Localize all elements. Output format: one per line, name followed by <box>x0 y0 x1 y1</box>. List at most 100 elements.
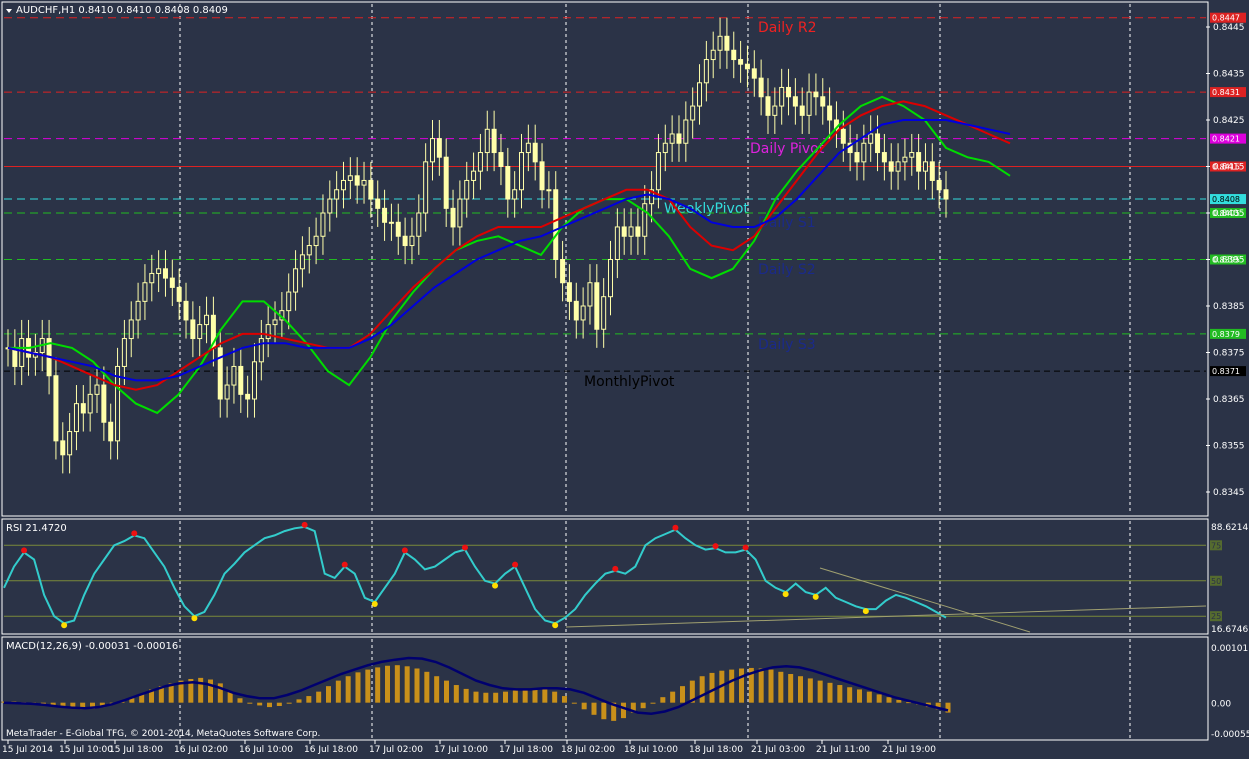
candle-body <box>491 128 497 154</box>
candle-body <box>272 319 278 326</box>
candle-body <box>334 189 340 200</box>
level-name-label: Daily Pivot <box>750 141 825 157</box>
candle-body <box>532 142 538 163</box>
candle-body <box>621 226 627 237</box>
macd-histogram-bar <box>601 702 607 720</box>
macd-histogram-bar <box>345 676 351 703</box>
candle-body <box>347 175 353 181</box>
macd-histogram-bar <box>739 668 744 703</box>
candle-body <box>765 96 771 116</box>
candle-body <box>546 189 552 192</box>
candle-body <box>553 189 559 260</box>
price-tick-label: 0.8385 <box>1213 302 1245 312</box>
candle-body <box>375 198 381 209</box>
candle-body <box>67 431 73 456</box>
candle-body <box>183 300 189 321</box>
candle-body <box>149 272 155 284</box>
macd-histogram-bar <box>483 692 489 703</box>
price-tick-label: 0.8375 <box>1213 349 1245 359</box>
rsi-trough-marker <box>492 582 499 589</box>
macd-histogram-bar <box>640 702 646 709</box>
candle-body <box>799 105 805 116</box>
candle-body <box>80 403 86 414</box>
candle-body <box>94 384 100 395</box>
macd-histogram-bar <box>306 696 312 703</box>
macd-histogram-bar <box>621 702 626 719</box>
candle-body <box>436 138 442 158</box>
price-tick-label: 0.8415 <box>1213 163 1245 173</box>
level-price-label: 0.8447 <box>1212 14 1240 23</box>
rsi-trough-marker <box>782 591 789 598</box>
macd-tick-label: 0.00101 <box>1211 644 1248 654</box>
rsi-peak-marker <box>21 547 28 554</box>
macd-histogram-bar <box>591 702 597 715</box>
macd-histogram-bar <box>316 691 322 703</box>
time-tick-label: 18 Jul 18:00 <box>689 745 743 755</box>
time-tick-label: 15 Jul 2014 <box>2 745 53 755</box>
macd-histogram-bar <box>857 689 862 703</box>
price-tick-label: 0.8445 <box>1213 23 1245 33</box>
macd-histogram-bar <box>335 680 341 703</box>
candle-body <box>827 105 833 121</box>
rsi-level-label: 50 <box>1211 577 1221 586</box>
time-tick-label: 17 Jul 10:00 <box>434 745 488 755</box>
macd-histogram-bar <box>493 692 499 703</box>
macd-histogram-bar <box>444 680 449 703</box>
price-tick-label: 0.8345 <box>1213 488 1245 498</box>
candle-body <box>450 207 456 228</box>
macd-histogram-bar <box>827 682 833 703</box>
macd-histogram-bar <box>286 702 292 704</box>
macd-histogram-bar <box>385 665 390 703</box>
candle-body <box>505 166 511 200</box>
macd-histogram-bar <box>365 669 371 703</box>
macd-histogram-bar <box>798 676 803 703</box>
macd-histogram-bar <box>562 696 567 703</box>
rsi-peak-marker <box>672 524 679 531</box>
rsi-trough-marker <box>862 608 869 615</box>
rsi-peak-marker <box>612 565 619 572</box>
candle-body <box>512 189 518 200</box>
macd-histogram-bar <box>434 676 440 703</box>
candle-body <box>560 259 566 284</box>
candle-body <box>156 268 162 274</box>
macd-histogram-bar <box>404 666 410 703</box>
rsi-peak-marker <box>712 543 719 550</box>
candle-body <box>135 300 141 321</box>
macd-histogram-bar <box>680 686 685 703</box>
candle-body <box>806 91 812 116</box>
candle-body <box>388 221 394 224</box>
time-tick-label: 16 Jul 18:00 <box>304 745 358 755</box>
price-tick-label: 0.8405 <box>1213 209 1245 219</box>
rsi-peak-marker <box>512 561 519 568</box>
time-tick-label: 21 Jul 03:00 <box>751 745 805 755</box>
trading-chart[interactable]: 0.8447 Daily R2 0.8431 0.8421 0.8415 Daily Pi… <box>0 0 1249 759</box>
candle-body <box>779 86 785 107</box>
candle-body <box>382 207 388 223</box>
macd-tick-label: -0.00055 <box>1211 730 1249 740</box>
time-tick-label: 15 Jul 10:00 <box>59 745 113 755</box>
candle-body <box>875 133 881 154</box>
candle-body <box>60 440 66 456</box>
candle-body <box>669 133 675 144</box>
candle-body <box>340 179 346 191</box>
candle-body <box>108 421 114 442</box>
rsi-tick-label: 88.6214 <box>1211 523 1248 533</box>
candle-body <box>608 259 614 298</box>
candle-body <box>471 170 477 181</box>
candle-body <box>354 175 360 186</box>
candle-body <box>306 245 312 256</box>
candle-body <box>484 128 490 154</box>
candle-body <box>861 142 867 163</box>
macd-histogram-bar <box>650 702 656 704</box>
rsi-title: RSI 21.4720 <box>6 523 67 534</box>
candle-body <box>258 338 264 363</box>
macd-histogram-bar <box>375 667 381 703</box>
macd-histogram-bar <box>581 702 587 710</box>
macd-histogram-bar <box>463 688 469 703</box>
candle-body <box>703 59 709 84</box>
candle-body <box>423 161 429 214</box>
candle-body <box>594 282 600 330</box>
candle-body <box>265 324 271 340</box>
macd-histogram-bar <box>473 691 479 703</box>
candle-body <box>176 286 182 302</box>
